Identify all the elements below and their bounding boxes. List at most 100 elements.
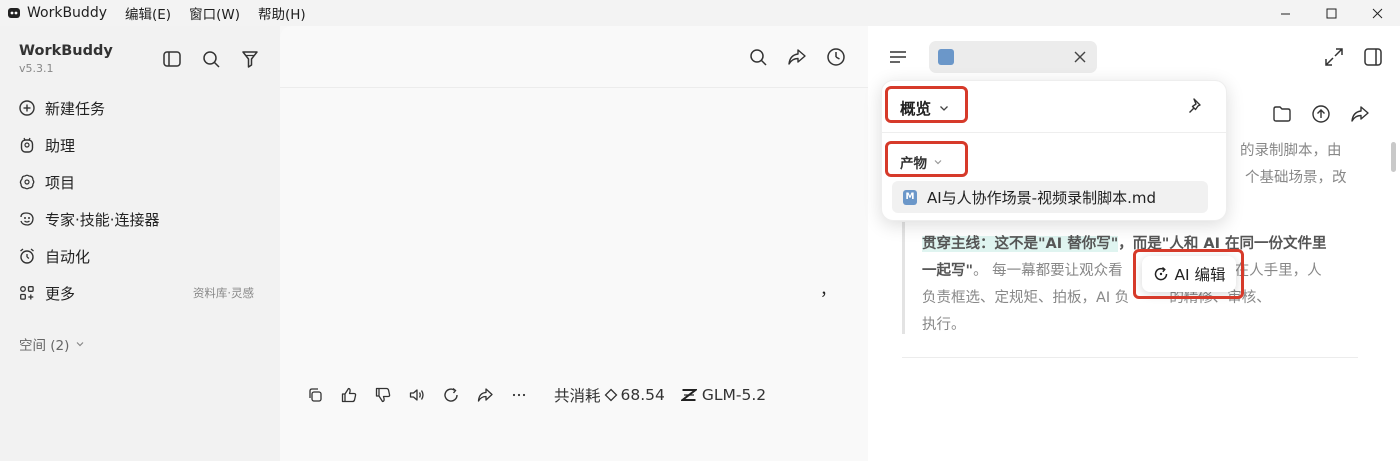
panel-toggle-icon[interactable] <box>1361 45 1385 69</box>
share-icon[interactable] <box>786 46 808 68</box>
copy-button[interactable] <box>306 381 340 409</box>
token-cost: 共消耗 68.54 <box>554 384 665 406</box>
search-icon[interactable] <box>747 46 769 68</box>
chevron-down-icon <box>76 342 84 347</box>
menu-window[interactable]: 窗口(W) <box>189 3 240 23</box>
overview-label: 概览 <box>900 100 932 118</box>
history-icon[interactable] <box>825 46 847 68</box>
sidebar-item-expert[interactable]: 专家·技能·连接器 <box>18 204 268 234</box>
markdown-file-icon: M <box>903 189 917 205</box>
divider <box>902 357 1358 358</box>
chevron-down-icon <box>940 106 948 111</box>
brand-name: WorkBuddy <box>19 43 113 59</box>
bold-text: 一起写" <box>922 263 974 279</box>
expert-icon <box>20 212 34 226</box>
close-icon <box>1372 8 1382 18</box>
maximize-icon <box>1326 8 1336 18</box>
doc-text-span: 在人手里，人 <box>1234 263 1322 279</box>
markdown-file-icon <box>938 49 954 65</box>
divider <box>882 132 1226 133</box>
model-name: GLM-5.2 <box>701 386 767 404</box>
scrollbar-thumb[interactable] <box>1391 142 1396 172</box>
doc-text-span: 的精修、审核、 <box>1169 290 1271 306</box>
maximize-button[interactable] <box>1308 0 1354 26</box>
product-file-name: AI与人协作场景-视频录制脚本.md <box>927 188 1157 207</box>
app-version: v5.3.1 <box>19 62 54 75</box>
assistant-icon <box>20 137 34 153</box>
plus-circle-icon <box>19 100 35 116</box>
grid-icon <box>20 286 34 300</box>
search-icon[interactable] <box>200 48 222 70</box>
ai-refresh-icon <box>1155 266 1168 281</box>
share-message-button[interactable] <box>476 381 510 409</box>
doc-line: 的录制脚本，由 <box>1240 143 1342 159</box>
share-icon[interactable] <box>1349 103 1371 125</box>
filter-icon[interactable] <box>239 48 261 70</box>
sidebar-item-automation[interactable]: 自动化 <box>18 241 268 271</box>
chat-toolbar <box>280 26 868 88</box>
doc-quote-line: 一起写"。 每一幕都要让观众看 在人手里，人 <box>922 258 1342 285</box>
doc-line: 个基础场景，改 <box>1245 170 1347 186</box>
read-aloud-button[interactable] <box>408 381 442 409</box>
highlighted-text: 贯穿主线：这不是"AI 替你写" <box>922 236 1119 252</box>
cost-value: 68.54 <box>620 386 665 404</box>
doc-text-span: 。 每一幕都要让观众看 <box>973 263 1123 279</box>
message-actions: 共消耗 68.54 GLM-5.2 <box>306 381 766 409</box>
cost-label: 共消耗 <box>554 387 601 405</box>
refresh-icon <box>444 387 458 402</box>
folder-icon[interactable] <box>1271 103 1293 125</box>
app-name: WorkBuddy <box>27 5 107 21</box>
space-selector[interactable]: 空间 (2) <box>19 334 85 354</box>
bold-text: ，而是"人和 AI 在同一份文件里 <box>1118 236 1327 252</box>
menu-icon[interactable] <box>886 45 910 69</box>
chat-area: ， 共消耗 68.54 GLM-5.2 <box>280 26 868 461</box>
doc-quote-line: 执行。 <box>922 317 966 333</box>
sidebar-item-new-task[interactable]: 新建任务 <box>18 93 268 123</box>
expand-icon[interactable] <box>1322 45 1346 69</box>
chevron-down-icon <box>934 160 942 165</box>
sidebar: WorkBuddy v5.3.1 新建任务 助理 项目 专家·技能·连接器 自动… <box>0 26 280 461</box>
minimize-icon <box>1280 13 1290 14</box>
thumbs-down-icon <box>375 387 391 403</box>
product-file-item[interactable]: M AI与人协作场景-视频录制脚本.md <box>892 181 1208 213</box>
model-logo-icon <box>680 389 697 401</box>
minimize-button[interactable] <box>1262 0 1308 26</box>
ai-edit-label: AI 编辑 <box>1174 266 1226 284</box>
sidebar-item-label: 自动化 <box>45 247 91 266</box>
share-icon <box>477 388 493 402</box>
upload-icon[interactable] <box>1310 103 1332 125</box>
products-label: 产物 <box>900 156 927 172</box>
overview-dropdown[interactable]: 概览 <box>900 97 950 119</box>
sidebar-item-label: 项目 <box>45 173 76 192</box>
diamond-icon <box>604 388 617 402</box>
close-window-button[interactable] <box>1354 0 1400 26</box>
sidebar-item-label: 新建任务 <box>45 99 106 118</box>
menu-help[interactable]: 帮助(H) <box>258 3 306 23</box>
like-button[interactable] <box>340 381 374 409</box>
pin-icon[interactable] <box>1186 96 1206 116</box>
doc-quote-line: 贯穿主线：这不是"AI 替你写"，而是"人和 AI 在同一份文件里 <box>922 231 1342 258</box>
ai-edit-button[interactable]: AI 编辑 <box>1142 256 1236 292</box>
close-icon[interactable] <box>1073 50 1087 64</box>
more-options-button[interactable] <box>510 381 544 409</box>
app-logo-icon <box>8 8 20 18</box>
sidebar-item-label: 专家·技能·连接器 <box>45 210 160 229</box>
regenerate-button[interactable] <box>442 381 476 409</box>
thumbs-up-icon <box>341 387 357 403</box>
tab-document[interactable] <box>929 41 1097 73</box>
sidebar-item-more[interactable]: 更多 资料库·灵感 <box>18 278 268 308</box>
dislike-button[interactable] <box>374 381 408 409</box>
doc-text-span: 负责框选、定规矩、拍板，AI 负 <box>922 290 1130 306</box>
outline-popup: 概览 产物 M AI与人协作场景-视频录制脚本.md <box>881 80 1227 221</box>
model-indicator[interactable]: GLM-5.2 <box>680 386 767 404</box>
sidebar-toggle-icon[interactable] <box>161 48 183 70</box>
sidebar-item-label: 助理 <box>45 136 76 155</box>
message-text: ， <box>820 280 837 299</box>
quote-bar <box>902 222 905 334</box>
copy-icon <box>309 388 322 402</box>
menu-edit[interactable]: 编辑(E) <box>125 3 171 23</box>
doc-quote-line: 负责框选、定规矩、拍板，AI 负 的精修、审核、 <box>922 285 1342 312</box>
sidebar-item-project[interactable]: 项目 <box>18 167 268 197</box>
sidebar-item-assistant[interactable]: 助理 <box>18 130 268 160</box>
products-dropdown[interactable]: 产物 <box>900 152 943 172</box>
